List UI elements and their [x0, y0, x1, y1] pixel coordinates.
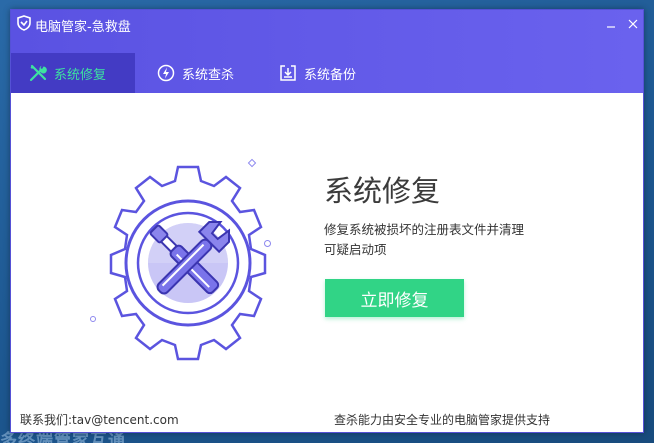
- close-icon: [628, 14, 638, 33]
- contact-text: 联系我们:tav@tencent.com: [20, 413, 179, 427]
- tab-label: 系统查杀: [182, 67, 235, 83]
- minimize-button[interactable]: [599, 12, 623, 34]
- window-title: 电脑管家-急救盘: [35, 20, 131, 35]
- decor-dot: [264, 240, 271, 247]
- titlebar: 电脑管家-急救盘 系统修复 系统查杀 系统备份: [11, 10, 643, 93]
- shield-logo-icon: [16, 15, 32, 31]
- tab-bar: 系统修复 系统查杀 系统备份: [11, 53, 643, 93]
- tab-system-scan[interactable]: 系统查杀: [157, 53, 275, 93]
- page-title: 系统修复: [324, 174, 441, 208]
- repair-illustration: [71, 160, 301, 370]
- backup-icon: [279, 64, 297, 82]
- title-row: 电脑管家-急救盘: [11, 10, 643, 40]
- gear-tools-icon: [109, 165, 267, 361]
- decor-dot: [90, 316, 96, 322]
- minimize-icon: [606, 14, 616, 33]
- description-line: 可疑启动项: [324, 242, 387, 257]
- tab-system-backup[interactable]: 系统备份: [279, 53, 397, 93]
- description-line: 修复系统被损坏的注册表文件并清理: [324, 222, 525, 237]
- tools-icon: [29, 64, 47, 82]
- tab-label: 系统备份: [304, 67, 357, 83]
- tab-label: 系统修复: [54, 67, 107, 83]
- app-window: 电脑管家-急救盘 系统修复 系统查杀 系统备份 系统修复 修复系统被损坏的注册表…: [10, 9, 644, 433]
- lightning-icon: [157, 64, 175, 82]
- support-text: 查杀能力由安全专业的电脑管家提供支持: [334, 413, 551, 427]
- repair-now-button[interactable]: 立即修复: [325, 279, 464, 317]
- description: 修复系统被损坏的注册表文件并清理 可疑启动项: [324, 220, 564, 260]
- tab-system-repair[interactable]: 系统修复: [11, 53, 135, 93]
- close-button[interactable]: [621, 12, 643, 34]
